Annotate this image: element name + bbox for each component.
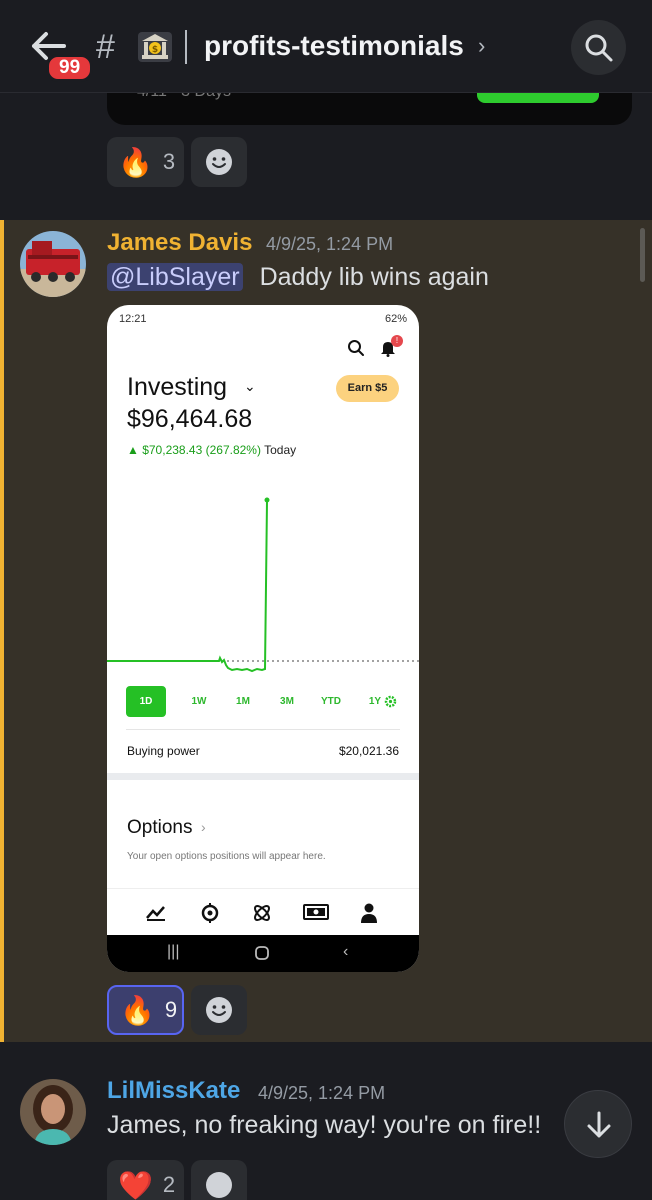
change-value: ▲ $70,238.43 (267.82%)	[127, 443, 261, 457]
gear-icon	[384, 695, 397, 708]
portfolio-chart	[107, 497, 419, 673]
heart-icon: ❤️	[118, 1169, 153, 1200]
message-author[interactable]: LilMissKate	[107, 1077, 240, 1105]
status-bar-battery: 62%	[384, 313, 407, 325]
add-reaction-button[interactable]	[191, 1160, 247, 1200]
search-icon	[348, 340, 364, 356]
buying-power-value: $20,021.36	[338, 744, 399, 758]
range-1m: 1M	[236, 696, 250, 707]
header-separator	[185, 30, 187, 64]
add-reaction-icon	[206, 1172, 232, 1198]
earn-button: Earn $5	[336, 375, 399, 402]
crypto-tab-icon	[201, 903, 219, 923]
add-reaction-icon	[206, 997, 232, 1023]
avatar[interactable]	[20, 231, 86, 297]
chevron-right-icon: ›	[201, 819, 206, 835]
portfolio-change: ▲ $70,238.43 (267.82%) Today	[127, 443, 296, 457]
image-attachment[interactable]: 12:21 62% ! Investing ⌄ Earn $5 $96,464.…	[107, 305, 419, 972]
message-timestamp: 4/9/25, 1:24 PM	[258, 1083, 386, 1103]
chevron-down-icon: ⌄	[244, 378, 256, 394]
channel-name[interactable]: profits-testimonials	[204, 30, 464, 62]
avatar[interactable]	[20, 1079, 86, 1145]
jump-to-bottom-button[interactable]	[564, 1090, 632, 1158]
search-icon	[585, 34, 613, 62]
portfolio-balance: $96,464.68	[127, 405, 253, 433]
back-icon: ‹	[343, 943, 349, 960]
time-range-selector: 1D 1W 1M 3M YTD 1Y	[126, 686, 406, 717]
reaction-heart[interactable]: ❤️ 2	[107, 1160, 184, 1200]
recents-icon: |||	[167, 943, 180, 960]
options-title: Options	[127, 817, 193, 838]
range-1d: 1D	[126, 686, 166, 717]
price-endpoint	[264, 497, 270, 503]
change-period: Today	[264, 443, 297, 457]
notification-dot: !	[391, 335, 403, 347]
channel-header: 99 # $ profits-testimonials ›	[0, 0, 652, 93]
reaction-count: 2	[162, 1172, 176, 1197]
reaction-count: 3	[162, 149, 176, 174]
message-body: Daddy lib wins again	[259, 263, 489, 291]
fire-icon: 🔥	[120, 994, 155, 1026]
retirement-tab-icon	[254, 905, 270, 921]
unread-badge: 99	[46, 54, 94, 82]
arrow-down-icon	[587, 1111, 611, 1138]
reaction-fire[interactable]: 🔥 9	[107, 985, 184, 1035]
message-text: James, no freaking way! you're on fire!!	[107, 1111, 542, 1139]
mention-highlight-bar	[0, 220, 4, 1042]
cash-tab-icon	[303, 904, 329, 920]
section-divider	[107, 773, 419, 780]
message-author[interactable]: James Davis	[107, 229, 252, 257]
home-icon	[255, 946, 269, 960]
app-tab-bar	[107, 888, 419, 935]
reaction-count: 9	[164, 997, 178, 1022]
message-timestamp: 4/9/25, 1:24 PM	[266, 234, 394, 254]
android-nav-bar: ||| ‹	[107, 935, 419, 972]
price-line	[107, 500, 268, 673]
add-reaction-button[interactable]	[191, 985, 247, 1035]
fire-icon: 🔥	[118, 146, 153, 178]
options-subtitle: Your open options positions will appear …	[127, 851, 326, 862]
buying-power-label: Buying power	[127, 744, 200, 758]
previous-embed: 4/11 · 3 Days	[107, 93, 632, 125]
status-bar-time: 12:21	[119, 313, 147, 325]
divider	[126, 729, 400, 730]
svg-text:$: $	[152, 45, 158, 55]
range-3m: 3M	[280, 696, 294, 707]
user-mention[interactable]: @LibSlayer	[107, 263, 243, 291]
channel-chevron-icon[interactable]: ›	[478, 33, 485, 59]
range-ytd: YTD	[321, 696, 341, 707]
scrollbar[interactable]	[640, 228, 645, 282]
account-tab-icon	[361, 903, 377, 923]
previous-embed-text: 4/11 · 3 Days	[137, 93, 231, 101]
previous-embed-green-bar	[477, 93, 599, 103]
add-reaction-icon	[206, 149, 232, 175]
bank-icon: $	[138, 32, 172, 62]
add-reaction-button[interactable]	[191, 137, 247, 187]
range-1w: 1W	[191, 696, 207, 707]
investing-title: Investing	[127, 373, 228, 401]
chart-tab-icon	[146, 906, 165, 921]
reaction-fire[interactable]: 🔥 3	[107, 137, 184, 187]
hash-icon: #	[96, 28, 115, 66]
message-text: @LibSlayer Daddy lib wins again	[107, 263, 489, 292]
search-button[interactable]	[571, 20, 626, 75]
